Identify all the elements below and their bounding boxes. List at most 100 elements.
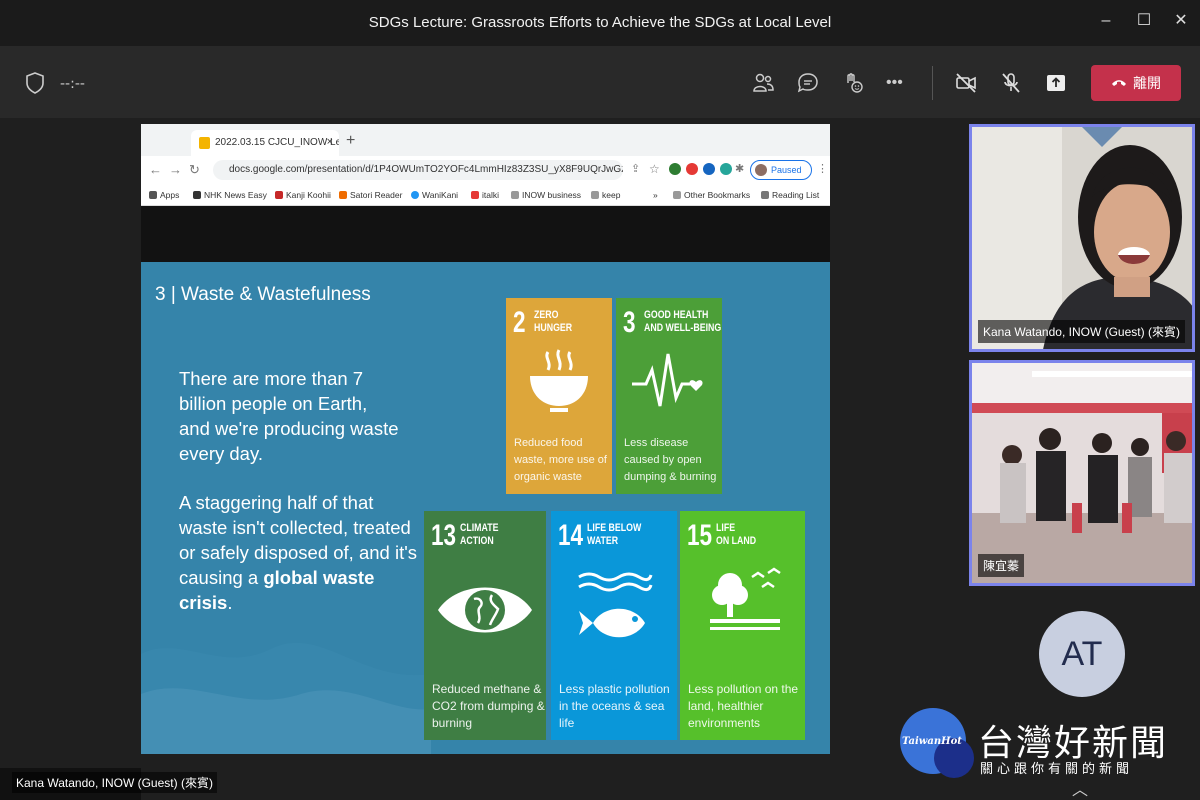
apps-grid-icon: [149, 191, 157, 199]
browser-menu-icon[interactable]: ⋮: [817, 162, 828, 175]
sdg-label: CLIMATE ACTION: [460, 522, 499, 547]
bookmark-item[interactable]: Satori Reader: [339, 190, 402, 200]
extension-icon[interactable]: [669, 163, 681, 175]
camera-off-icon[interactable]: [953, 70, 979, 96]
share-screen-icon[interactable]: [1043, 70, 1069, 96]
close-button[interactable]: ✕: [1170, 10, 1192, 32]
sdg-card-2: 2 ZERO HUNGER Reduced food waste, more us…: [506, 298, 612, 494]
bookmark-item[interactable]: Kanji Koohii: [275, 190, 331, 200]
profile-status: Paused: [771, 165, 802, 175]
leave-button[interactable]: 離開: [1091, 65, 1181, 101]
participant-video: [972, 363, 1192, 583]
folder-icon: [673, 191, 681, 199]
bookmarks-bar: Apps NHK News Easy Kanji Koohii Satori R…: [141, 184, 830, 206]
browser-tab[interactable]: 2022.03.15 CJCU_INOW Lectu ×: [191, 130, 339, 156]
meeting-toolbar: --:-- ••• 離開: [0, 46, 1200, 118]
sdg-description: Reduced food waste, more use of organic …: [514, 437, 607, 483]
presentation-slide: 3 | Waste & Wastefulness There are more …: [141, 262, 830, 754]
profile-avatar: [755, 164, 767, 176]
participant-video-tile[interactable]: Kana Watando, INOW (Guest) (來賓): [969, 124, 1195, 352]
nhk-icon: [193, 191, 201, 199]
tree-icon: [710, 567, 781, 630]
sdg-number: 3: [623, 306, 636, 339]
bookmarks-overflow[interactable]: »: [653, 190, 658, 200]
participant-name: 陳宜蓁: [978, 554, 1025, 577]
url-field[interactable]: docs.google.com/presentation/d/1P4OWUmTO…: [213, 160, 623, 180]
extension-icon[interactable]: [703, 163, 715, 175]
watermark-subtitle: 關心跟你有關的新聞: [980, 761, 1134, 776]
bowl-icon: [530, 349, 588, 412]
sdg-description: Less plastic pollution in the oceans & s…: [559, 682, 670, 730]
wanikani-icon: [411, 191, 419, 199]
browser-tab-title: 2022.03.15 CJCU_INOW Lectu: [215, 137, 339, 148]
url-text: docs.google.com/presentation/d/1P4OWUmTO…: [229, 164, 623, 175]
sdg-label: LIFE ON LAND: [716, 522, 757, 547]
tab-close-icon[interactable]: ×: [327, 136, 333, 148]
toolbar-divider: [932, 66, 933, 100]
eye-globe-icon: [438, 587, 532, 633]
bookmark-item[interactable]: keep: [591, 190, 620, 200]
sdg-card-15: 15 LIFE ON LAND Less pollution on the lan…: [680, 511, 805, 740]
sdg-number: 15: [687, 519, 713, 552]
sdg-card-14: 14 LIFE BELOW WATER Less plastic pollutio…: [551, 511, 677, 740]
maximize-button[interactable]: ☐: [1133, 10, 1155, 32]
bookmark-star-icon[interactable]: ☆: [649, 162, 660, 176]
title-bar: SDGs Lecture: Grassroots Efforts to Achi…: [0, 0, 1200, 46]
chat-icon[interactable]: [795, 70, 821, 96]
participant-video-tile[interactable]: 陳宜蓁: [969, 360, 1195, 586]
satori-reader-icon: [339, 191, 347, 199]
sdg-label: GOOD HEALTH AND WELL-BEING: [644, 309, 722, 334]
bookmark-item[interactable]: WaniKani: [411, 190, 458, 200]
sdg-number: 2: [513, 306, 526, 339]
participant-name: Kana Watando, INOW (Guest) (來賓): [978, 320, 1185, 343]
taiwanhot-logo-icon: TaiwanHot: [900, 708, 974, 778]
sdg-description: Less pollution on the land, healthier en…: [688, 682, 799, 730]
extension-icon[interactable]: [686, 163, 698, 175]
news-watermark: TaiwanHot 台灣好新聞 關心跟你有關的新聞: [896, 706, 1196, 786]
share-page-icon[interactable]: ⇪: [631, 162, 640, 175]
bookmark-item[interactable]: INOW business: [511, 190, 581, 200]
meeting-timer: --:--: [60, 76, 85, 92]
sdg-label: ZERO HUNGER: [534, 309, 573, 334]
bookmark-item[interactable]: italki: [471, 190, 499, 200]
reload-icon[interactable]: ↻: [189, 162, 200, 178]
back-icon[interactable]: ←: [149, 162, 162, 177]
shield-icon[interactable]: [22, 70, 48, 96]
window-title: SDGs Lecture: Grassroots Efforts to Achi…: [368, 14, 832, 31]
slide-paragraph-2: A staggering half of that waste isn't co…: [179, 492, 417, 613]
leave-label: 離開: [1133, 75, 1161, 91]
forward-icon[interactable]: →: [169, 162, 182, 177]
sdg-description: Reduced methane & CO2 from dumping & bur…: [432, 682, 545, 730]
bookmark-item[interactable]: Reading List: [761, 190, 819, 200]
slide-letterbox: [141, 206, 830, 262]
phone-hangup-icon: [1112, 80, 1126, 86]
sdg-number: 13: [431, 519, 457, 552]
folder-icon: [511, 191, 519, 199]
bookmark-item[interactable]: Apps: [149, 190, 179, 200]
participants-icon[interactable]: [750, 70, 776, 96]
minimize-button[interactable]: –: [1095, 10, 1117, 32]
sdg-label: LIFE BELOW WATER: [587, 522, 642, 547]
bookmark-item[interactable]: NHK News Easy: [193, 190, 267, 200]
more-options-icon[interactable]: •••: [886, 70, 912, 96]
slide-title: 3 | Waste & Wastefulness: [155, 284, 371, 305]
sdg-card-3: 3 GOOD HEALTH AND WELL-BEING Less disease…: [616, 298, 722, 494]
chevron-up-icon[interactable]: ︿: [1072, 776, 1088, 800]
fish-icon: [578, 572, 653, 638]
profile-button[interactable]: Paused: [750, 160, 812, 180]
italki-icon: [471, 191, 479, 199]
reactions-icon[interactable]: [840, 70, 866, 96]
bookmark-item[interactable]: Other Bookmarks: [673, 190, 750, 200]
sdg-number: 14: [558, 519, 584, 552]
mic-off-icon[interactable]: [998, 70, 1024, 96]
reading-list-icon: [761, 191, 769, 199]
sdg-card-13: 13 CLIMATE ACTION Reduced methane & CO2 f…: [424, 511, 546, 740]
kanji-koohii-icon: [275, 191, 283, 199]
extension-icon[interactable]: [720, 163, 732, 175]
sdg-description: Less disease caused by open dumping & bu…: [624, 437, 717, 483]
extensions-puzzle-icon[interactable]: ✱: [735, 162, 744, 175]
new-tab-button[interactable]: +: [346, 132, 355, 150]
address-bar-row: ← → ↻ docs.google.com/presentation/d/1P4…: [141, 156, 830, 184]
participant-avatar[interactable]: AT: [1039, 611, 1125, 697]
folder-icon: [591, 191, 599, 199]
